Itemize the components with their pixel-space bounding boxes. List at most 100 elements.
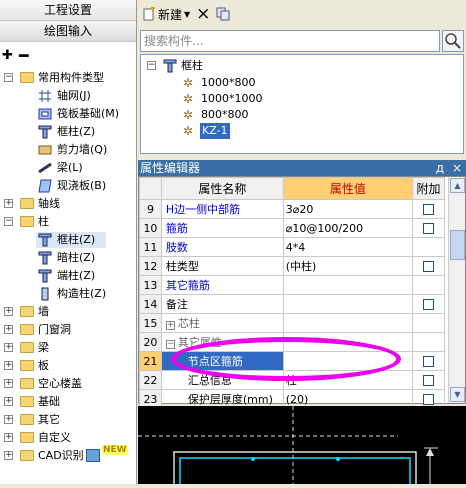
property-value[interactable] [282,275,414,295]
collapse-icon[interactable]: − [165,340,175,349]
component-type-tree: − 常用构件类型 轴网(J) 筏板基础(M) 框柱(Z) 剪力墙(Q) 梁(L)… [0,68,136,488]
scroll-up-icon[interactable]: ▲ [450,178,465,193]
column-icon [38,233,52,247]
tree-node-common[interactable]: − 常用构件类型 [0,70,135,86]
tree-node-label: 板 [38,359,49,372]
property-name: 箍筋 [160,218,284,238]
axis-grid-icon [39,90,51,102]
component-item-label: 1000*1000 [201,92,263,105]
expand-icon[interactable]: + [4,343,13,352]
table-row-group[interactable]: 15 + 芯柱 [139,313,445,333]
header-extra: 附加 [412,177,445,200]
collapse-icon[interactable]: − [4,73,13,82]
folder-icon [20,432,34,443]
expand-all-icon[interactable]: ✚ [2,48,13,63]
checkbox[interactable] [423,223,435,234]
table-row[interactable]: 9 H边一侧中部筋 3⌀20 [139,199,445,219]
drawing-canvas[interactable] [138,406,466,488]
scroll-down-icon[interactable]: ▼ [450,387,465,402]
constructional-column-icon [41,287,49,301]
pin-icon[interactable]: д [436,160,444,176]
expand-icon[interactable]: + [4,325,13,334]
copy-icon[interactable] [216,7,230,21]
tree-item-label: 暗柱(Z) [57,251,96,264]
expand-icon[interactable]: + [165,321,175,330]
expand-icon[interactable]: + [4,307,13,316]
property-value[interactable]: 4*4 [282,237,414,257]
folder-icon [20,324,34,335]
gear-icon: ✲ [183,76,194,90]
table-row[interactable]: 13 其它箍筋 [139,275,445,295]
header-value: 属性值 [282,177,414,200]
property-name: 备注 [160,294,284,314]
drawing-input-button[interactable]: 绘图输入 [0,21,136,42]
vertical-scrollbar[interactable]: ▲ ▼ [448,177,465,403]
tree-item-label: 框柱(Z) [57,233,96,246]
expand-icon[interactable]: + [4,379,13,388]
row-number: 11 [139,237,162,257]
search-icon [445,33,461,49]
table-header: 属性名称 属性值 附加 [139,177,445,200]
row-number: 14 [139,294,162,314]
tree-node-label: 空心楼盖 [38,377,82,390]
new-button[interactable]: 新建 ▼ [142,6,190,23]
expand-icon[interactable]: + [4,397,13,406]
tree-item-frame-column-selected[interactable]: 框柱(Z) [36,232,106,248]
new-button-label: 新建 [158,7,183,22]
property-editor-title: 属性编辑器 [140,161,201,175]
table-row[interactable]: 14 备注 [139,294,445,314]
collapse-icon[interactable]: − [4,217,13,226]
row-number: 10 [139,218,162,238]
expand-icon[interactable]: + [4,451,13,460]
table-row[interactable]: 12 柱类型 (中柱) [139,256,445,276]
tree-node-cad[interactable]: + CAD识别 NEW [0,445,135,464]
property-value[interactable]: (中柱) [282,256,414,276]
expand-icon[interactable]: + [4,361,13,370]
tree-item-label: 筏板基础(M) [57,107,120,120]
delete-icon[interactable]: × [196,6,210,23]
tree-item-label: 梁(L) [57,161,83,174]
tree-node-label: 墙 [38,305,49,318]
project-settings-button[interactable]: 工程设置 [0,0,136,21]
search-input[interactable]: 搜索构件... [140,30,440,52]
property-value[interactable]: ⌀10@100/200 [282,218,414,238]
checkbox[interactable] [423,394,435,405]
column-icon [163,59,177,73]
checkbox[interactable] [423,356,435,367]
column-section-drawing [138,406,438,488]
property-name: 肢数 [160,237,284,257]
search-button[interactable] [442,30,464,52]
table-row[interactable]: 11 肢数 4*4 [139,237,445,257]
checkbox[interactable] [423,375,435,386]
expand-icon[interactable]: + [4,433,13,442]
tree-node-label: 柱 [38,215,49,228]
gear-icon: ✲ [183,124,194,138]
checkbox[interactable] [423,299,435,310]
header-num [139,177,162,200]
expand-icon[interactable]: + [4,199,13,208]
gear-icon: ✲ [183,92,194,106]
checkbox[interactable] [423,261,435,272]
right-panel: 新建 ▼ × 搜索构件... − 框柱 ✲ 1000*800 ✲ 1000*10… [138,0,466,488]
property-value[interactable] [282,294,414,314]
property-value[interactable]: 3⌀20 [282,199,414,219]
expand-icon[interactable]: + [4,415,13,424]
dropdown-arrow-icon[interactable]: ▼ [184,10,190,19]
folder-open-icon [20,216,34,227]
collapse-all-icon[interactable]: ━ [19,46,29,65]
row-number: 12 [139,256,162,276]
table-row[interactable]: 10 箍筋 ⌀10@100/200 [139,218,445,238]
property-name: 其它箍筋 [160,275,284,295]
property-name: 芯柱 [177,317,200,330]
checkbox[interactable] [423,204,435,215]
collapse-icon[interactable]: − [147,61,156,70]
scroll-thumb[interactable] [450,230,465,260]
row-number: 13 [139,275,162,295]
close-icon[interactable]: × [452,160,462,176]
column-icon [38,269,52,283]
header-name: 属性名称 [160,177,284,200]
gear-icon: ✲ [183,108,194,122]
tree-node-label: CAD识别 [38,449,84,462]
tree-item-label: 现浇板(B) [57,179,107,192]
component-list: − 框柱 ✲ 1000*800 ✲ 1000*1000 ✲ 800*800 ✲ … [140,54,464,154]
